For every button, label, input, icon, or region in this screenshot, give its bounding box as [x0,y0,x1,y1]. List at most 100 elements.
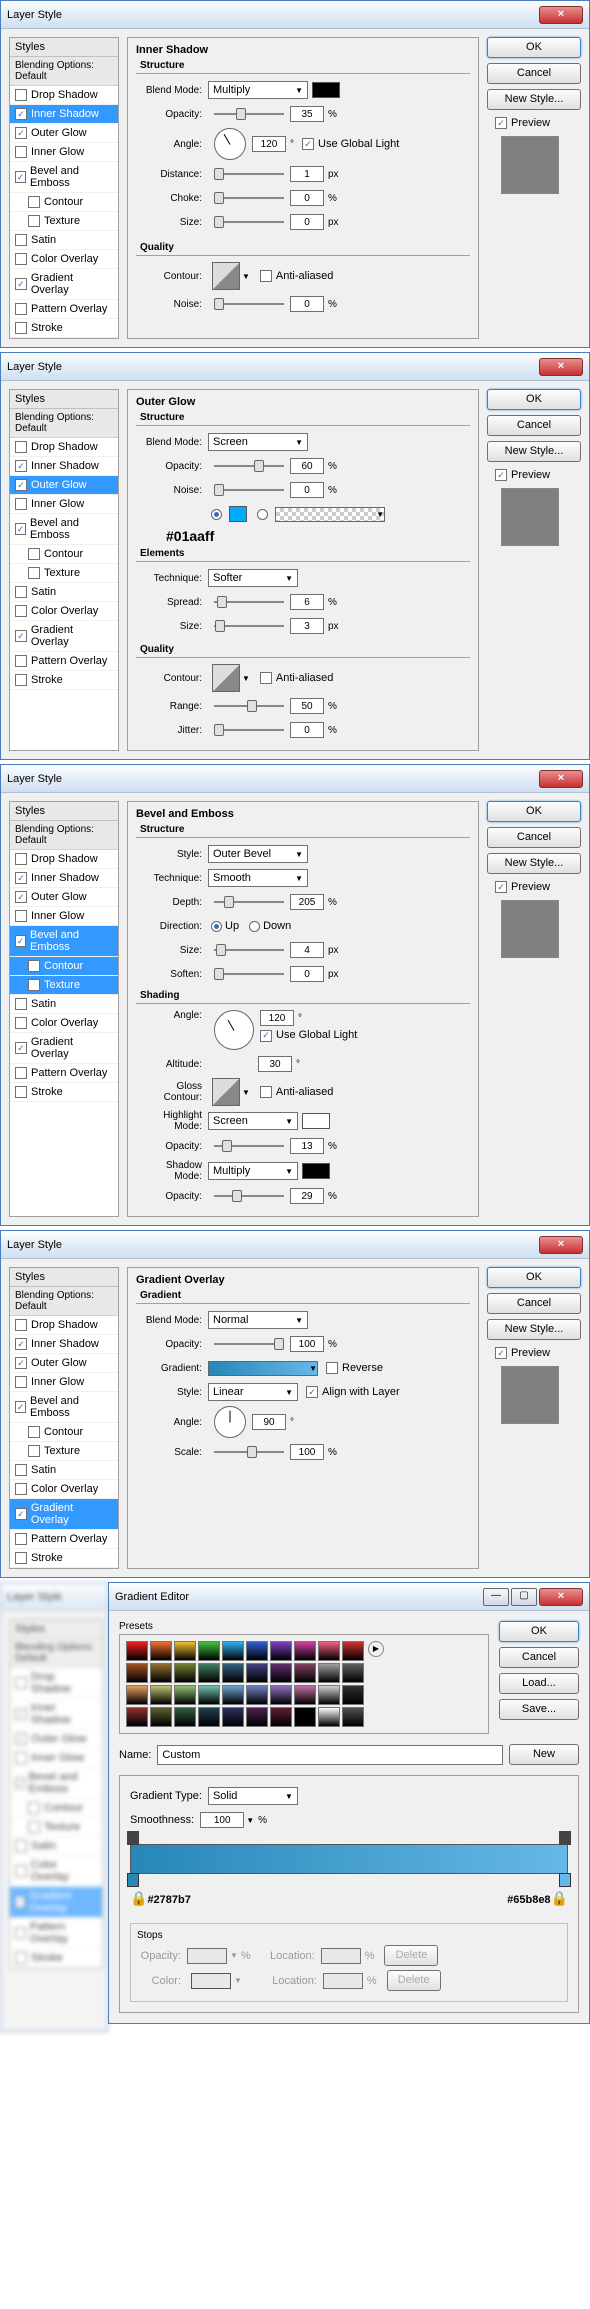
style-outer-glow[interactable]: Outer Glow [10,476,118,495]
preset-swatch[interactable] [222,1663,244,1683]
style-inner-shadow[interactable]: Inner Shadow [10,869,118,888]
angle-dial[interactable] [214,128,246,160]
style-inner-glow[interactable]: Inner Glow [10,495,118,514]
opacity-slider[interactable] [214,465,284,467]
style-inner-glow[interactable]: Inner Glow [10,143,118,162]
preset-swatch[interactable] [198,1685,220,1705]
preset-swatch[interactable] [294,1707,316,1727]
opacity-slider[interactable] [214,113,284,115]
preset-swatch[interactable] [126,1707,148,1727]
contour-picker[interactable] [212,664,240,692]
style-satin[interactable]: Satin [10,583,118,602]
noise-input[interactable] [290,482,324,498]
angle-input[interactable] [252,136,286,152]
highlight-color-swatch[interactable] [302,1113,330,1129]
cancel-button[interactable]: Cancel [487,63,581,84]
preview-checkbox[interactable] [495,469,507,481]
preset-swatch[interactable] [246,1707,268,1727]
direction-up-radio[interactable] [211,921,222,932]
style-satin[interactable]: Satin [10,995,118,1014]
style-color-overlay[interactable]: Color Overlay [10,250,118,269]
style-stroke[interactable]: Stroke [10,1083,118,1102]
gradient-picker[interactable]: ▼ [208,1361,318,1376]
style-gradient-overlay[interactable]: Gradient Overlay [10,621,118,652]
preset-swatch[interactable] [246,1685,268,1705]
minimize-button[interactable]: — [483,1588,509,1606]
preset-swatch[interactable] [126,1641,148,1661]
style-gradient-overlay[interactable]: Gradient Overlay [10,1499,118,1530]
glow-gradient-picker[interactable]: ▼ [275,507,385,522]
style-contour[interactable]: Contour [10,1423,118,1442]
global-light-checkbox[interactable] [260,1030,272,1042]
preset-swatch[interactable] [342,1663,364,1683]
cancel-button[interactable]: Cancel [499,1647,579,1668]
altitude-input[interactable] [258,1056,292,1072]
titlebar[interactable]: Gradient Editor — ▢ × [109,1583,589,1611]
styles-header[interactable]: Styles [10,38,118,57]
style-bevel[interactable]: Bevel and Emboss [10,1392,118,1423]
style-inner-shadow[interactable]: Inner Shadow [10,1335,118,1354]
gloss-contour-picker[interactable] [212,1078,240,1106]
style-drop-shadow[interactable]: Drop Shadow [10,1316,118,1335]
shadow-opacity-slider[interactable] [214,1195,284,1197]
preset-swatch[interactable] [270,1707,292,1727]
chevron-down-icon[interactable]: ▼ [246,1816,254,1825]
antialiased-checkbox[interactable] [260,1086,272,1098]
style-outer-glow[interactable]: Outer Glow [10,124,118,143]
preset-swatch[interactable] [342,1707,364,1727]
preset-swatch[interactable] [342,1685,364,1705]
preset-swatch[interactable] [270,1663,292,1683]
preset-swatch[interactable] [222,1641,244,1661]
opacity-stop-right[interactable] [559,1831,571,1845]
style-drop-shadow[interactable]: Drop Shadow [10,850,118,869]
style-dropdown[interactable]: Outer Bevel▼ [208,845,308,863]
preset-swatch[interactable] [222,1707,244,1727]
titlebar[interactable]: Layer Style × [1,1231,589,1259]
range-slider[interactable] [214,705,284,707]
preview-checkbox[interactable] [495,881,507,893]
technique-dropdown[interactable]: Smooth▼ [208,869,308,887]
angle-input[interactable] [260,1010,294,1026]
style-outer-glow[interactable]: Outer Glow [10,888,118,907]
distance-input[interactable] [290,166,324,182]
presets-grid[interactable] [126,1641,364,1727]
angle-dial[interactable] [214,1406,246,1438]
preset-swatch[interactable] [342,1641,364,1661]
angle-dial[interactable] [214,1010,254,1050]
gradient-type-dropdown[interactable]: Solid▼ [208,1787,298,1805]
preset-swatch[interactable] [246,1663,268,1683]
blending-options[interactable]: Blending Options: Default [10,57,118,86]
style-gradient-overlay[interactable]: Gradient Overlay [10,269,118,300]
preset-swatch[interactable] [318,1663,340,1683]
style-bevel[interactable]: Bevel and Emboss [10,514,118,545]
new-style-button[interactable]: New Style... [487,853,581,874]
color-stop-right[interactable] [559,1873,571,1887]
style-contour[interactable]: Contour [10,957,118,976]
distance-slider[interactable] [214,173,284,175]
angle-input[interactable] [252,1414,286,1430]
preset-swatch[interactable] [150,1641,172,1661]
style-color-overlay[interactable]: Color Overlay [10,1014,118,1033]
chevron-down-icon[interactable]: ▼ [242,674,250,683]
shadow-opacity-input[interactable] [290,1188,324,1204]
ok-button[interactable]: OK [487,37,581,58]
preset-swatch[interactable] [174,1707,196,1727]
style-satin[interactable]: Satin [10,231,118,250]
contour-picker[interactable] [212,262,240,290]
cancel-button[interactable]: Cancel [487,1293,581,1314]
depth-input[interactable] [290,894,324,910]
soften-input[interactable] [290,966,324,982]
chevron-down-icon[interactable]: ▼ [242,1088,250,1097]
shadow-mode-dropdown[interactable]: Multiply▼ [208,1162,298,1180]
new-style-button[interactable]: New Style... [487,89,581,110]
preset-swatch[interactable] [318,1685,340,1705]
color-stop-left[interactable] [127,1873,139,1887]
ok-button[interactable]: OK [487,389,581,410]
cancel-button[interactable]: Cancel [487,827,581,848]
save-button[interactable]: Save... [499,1699,579,1720]
style-bevel[interactable]: Bevel and Emboss [10,162,118,193]
jitter-slider[interactable] [214,729,284,731]
chevron-down-icon[interactable]: ▼ [242,272,250,281]
style-gradient-overlay[interactable]: Gradient Overlay [10,1033,118,1064]
color-swatch[interactable] [312,82,340,98]
